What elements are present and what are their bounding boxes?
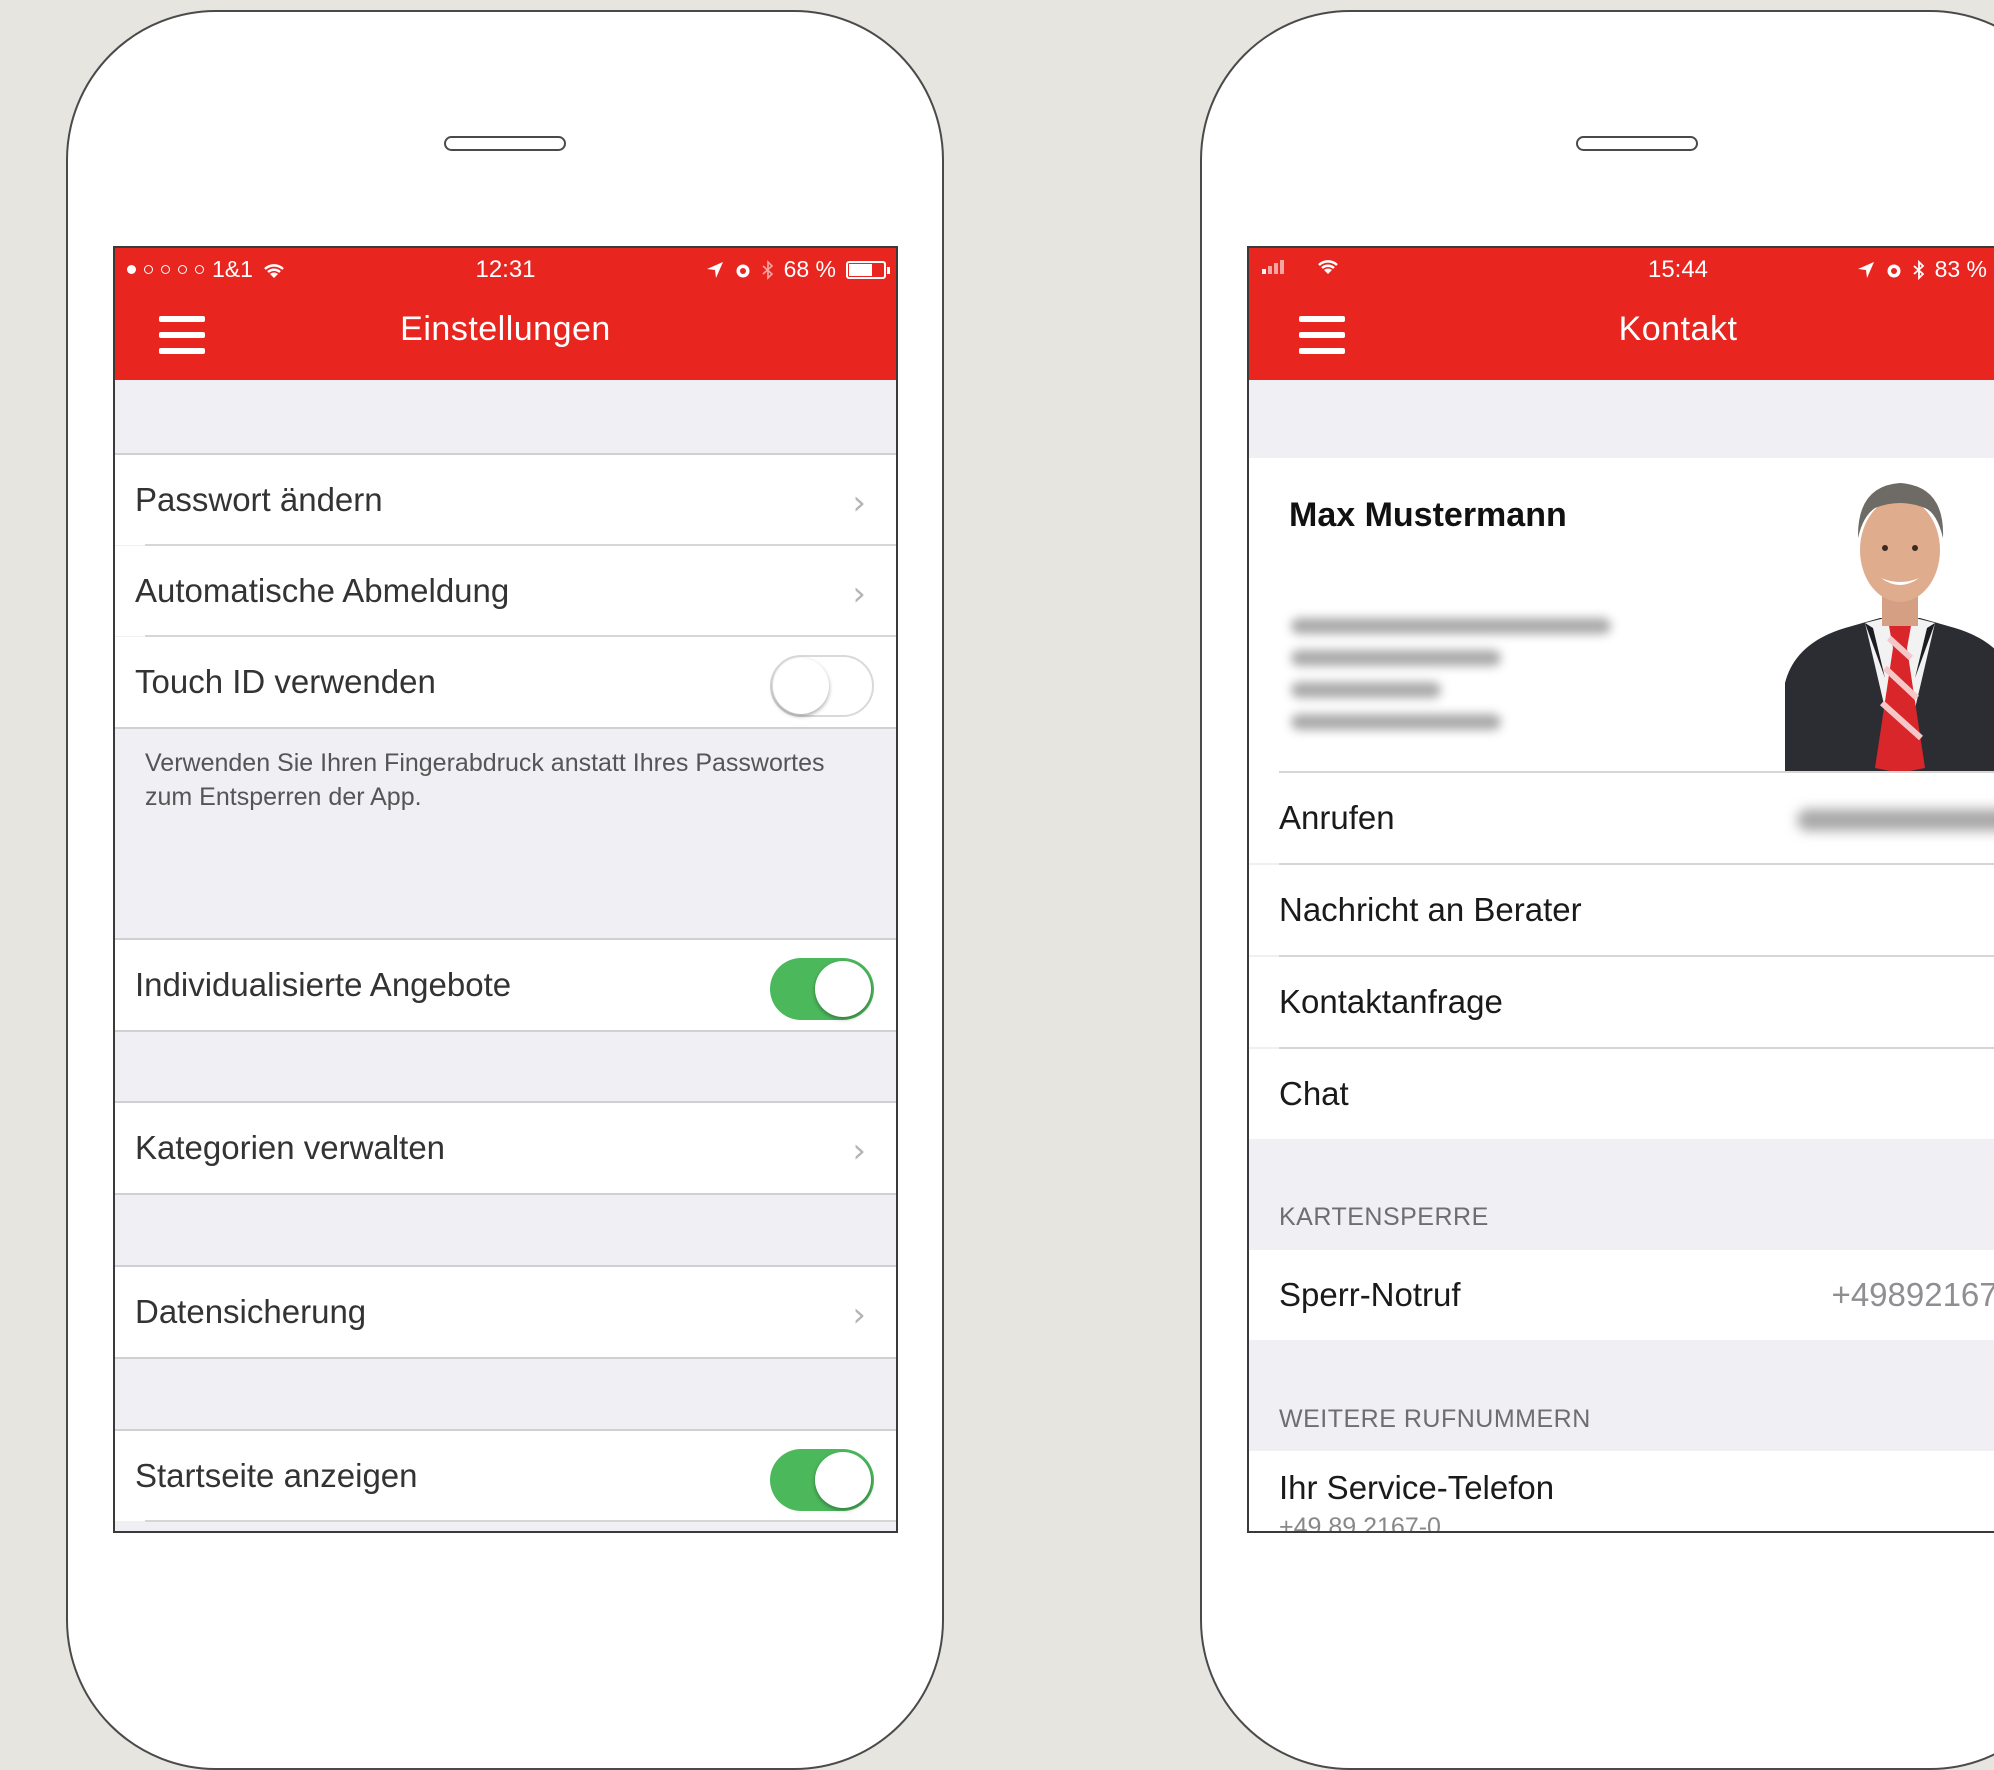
row-manage-categories[interactable]: Kategorien verwalten › [115, 1103, 896, 1193]
bluetooth-icon [1912, 259, 1924, 280]
row-touch-id: Touch ID verwenden [115, 637, 896, 727]
row-call[interactable]: Anrufen [1249, 773, 1994, 863]
row-label: Startseite anzeigen [135, 1457, 418, 1494]
divider [115, 1030, 896, 1032]
show-startpage-toggle[interactable] [770, 1449, 874, 1511]
speaker-grille [1576, 136, 1698, 151]
row-label: Ihr Service-Telefon [1279, 1469, 1555, 1506]
row-personalized-offers: Individualisierte Angebote [115, 940, 896, 1030]
row-change-password[interactable]: Passwort ändern › [115, 455, 896, 545]
blurred-address-line [1291, 714, 1501, 730]
speaker-grille [444, 136, 566, 151]
section-header-card-block: KARTENSPERRE [1279, 1203, 1489, 1231]
advisor-photo [1785, 483, 1994, 773]
alarm-clock-icon [1887, 264, 1901, 277]
bluetooth-icon [762, 259, 773, 280]
page-title: Einstellungen [400, 310, 611, 348]
row-chat[interactable]: Chat › [1249, 1049, 1994, 1139]
chevron-right-icon: › [852, 1131, 866, 1171]
status-bar: 1&1 12:31 68 % [115, 248, 896, 288]
nav-bar: Kontakt [1249, 288, 1994, 380]
row-label: Nachricht an Berater [1279, 891, 1582, 928]
row-label: Individualisierte Angebote [135, 966, 512, 1003]
row-label: Automatische Abmeldung [135, 572, 510, 609]
row-label: Sperr-Notruf [1279, 1276, 1461, 1313]
section-header-more-numbers: WEITERE RUFNUMMERN [1279, 1405, 1591, 1433]
row-label: Anrufen [1279, 799, 1395, 836]
touch-id-toggle[interactable] [770, 655, 874, 717]
battery-percent: 83 % [1934, 256, 1987, 282]
blurred-address-line [1291, 618, 1611, 634]
emergency-number: +49892167-0 [1831, 1276, 1994, 1313]
chevron-right-icon: › [852, 1295, 866, 1335]
divider [115, 1193, 896, 1195]
battery-icon [846, 260, 890, 279]
status-bar: 15:44 83 % [1249, 248, 1994, 288]
advisor-card: Max Mustermann [1249, 458, 1994, 773]
contact-screen: 15:44 83 % Kontakt Max Mustermann Anrufe… [1247, 246, 1994, 1533]
divider [115, 1357, 896, 1359]
blurred-phone-number [1797, 809, 1994, 831]
row-label: Chat [1279, 1075, 1349, 1112]
location-arrow-icon [1857, 261, 1874, 278]
divider [145, 1520, 896, 1522]
alarm-clock-icon [736, 264, 750, 277]
blurred-address-line [1291, 682, 1441, 698]
row-label: Touch ID verwenden [135, 663, 436, 700]
row-contact-request[interactable]: Kontaktanfrage › [1249, 957, 1994, 1047]
service-phone-number: +49 89 2167-0 [1279, 1513, 1441, 1533]
row-service-phone[interactable]: Ihr Service-Telefon +49 89 2167-0 [1249, 1451, 1994, 1533]
divider [115, 727, 896, 729]
row-data-backup[interactable]: Datensicherung › [115, 1267, 896, 1357]
page-title: Kontakt [1618, 310, 1738, 348]
chevron-right-icon: › [852, 483, 866, 523]
row-label: Datensicherung [135, 1293, 367, 1330]
nav-bar: Einstellungen [115, 288, 896, 380]
personalized-offers-toggle[interactable] [770, 958, 874, 1020]
advisor-name: Max Mustermann [1289, 496, 1567, 534]
settings-screen: 1&1 12:31 68 % Einstellungen Passwort än… [113, 246, 898, 1533]
row-label: Kategorien verwalten [135, 1129, 446, 1166]
touch-id-footnote: Verwenden Sie Ihren Fingerabdruck anstat… [145, 749, 825, 811]
blurred-address-line [1291, 650, 1501, 666]
location-arrow-icon [706, 261, 723, 278]
battery-percent: 68 % [783, 256, 836, 282]
row-emergency-block[interactable]: Sperr-Notruf +49892167-0 [1249, 1250, 1994, 1340]
row-label: Passwort ändern [135, 481, 383, 518]
row-show-startpage: Startseite anzeigen [115, 1431, 896, 1521]
row-label: Kontaktanfrage [1279, 983, 1503, 1020]
row-message-advisor[interactable]: Nachricht an Berater › [1249, 865, 1994, 955]
row-auto-logout[interactable]: Automatische Abmeldung › [115, 546, 896, 636]
chevron-right-icon: › [852, 574, 866, 614]
